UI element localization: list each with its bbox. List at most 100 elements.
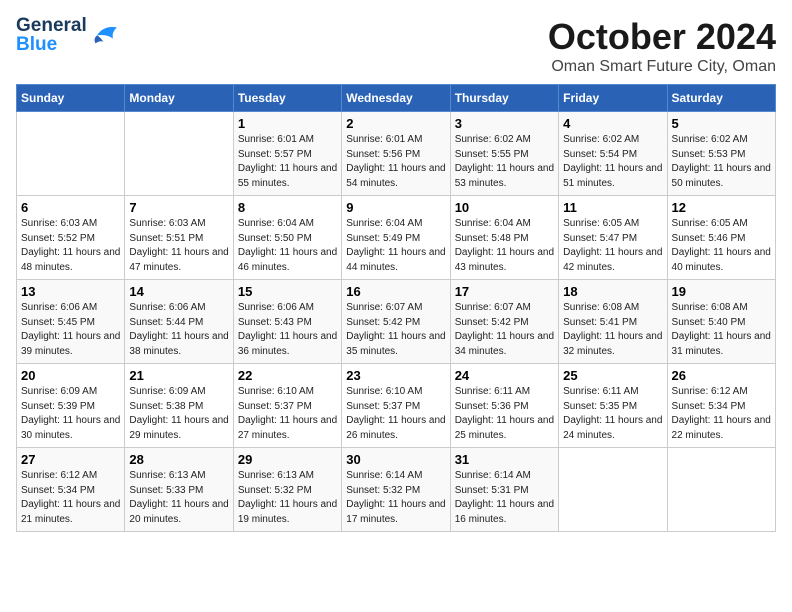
calendar-cell	[559, 448, 667, 532]
day-number: 19	[672, 284, 771, 299]
header-cell-saturday: Saturday	[667, 85, 775, 112]
day-info: Sunrise: 6:02 AM Sunset: 5:53 PM Dayligh…	[672, 133, 771, 191]
calendar-cell: 31 Sunrise: 6:14 AM Sunset: 5:31 PM Dayli…	[450, 448, 558, 532]
day-number: 16	[346, 284, 445, 299]
day-info: Sunrise: 6:02 AM Sunset: 5:54 PM Dayligh…	[563, 133, 662, 191]
day-info: Sunrise: 6:07 AM Sunset: 5:42 PM Dayligh…	[455, 301, 554, 359]
location: Oman Smart Future City, Oman	[548, 58, 776, 76]
calendar-cell: 23Sunrise: 6:10 AM Sunset: 5:37 PM Dayli…	[342, 364, 450, 448]
day-info: Sunrise: 6:05 AM Sunset: 5:46 PM Dayligh…	[672, 217, 771, 275]
logo-blue: Blue	[16, 35, 57, 54]
day-number: 18	[563, 284, 662, 299]
calendar-cell: 17 Sunrise: 6:07 AM Sunset: 5:42 PM Dayli…	[450, 280, 558, 364]
calendar-cell: 8Sunrise: 6:04 AM Sunset: 5:50 PM Daylig…	[233, 196, 341, 280]
day-info: Sunrise: 6:02 AM Sunset: 5:55 PM Dayligh…	[455, 133, 554, 191]
calendar-cell: 19Sunrise: 6:08 AM Sunset: 5:40 PM Dayli…	[667, 280, 775, 364]
day-info: Sunrise: 6:06 AM Sunset: 5:45 PM Dayligh…	[21, 301, 120, 359]
day-info: Sunrise: 6:13 AM Sunset: 5:32 PM Dayligh…	[238, 469, 337, 527]
calendar-cell: 10 Sunrise: 6:04 AM Sunset: 5:48 PM Dayli…	[450, 196, 558, 280]
calendar-cell: 5 Sunrise: 6:02 AM Sunset: 5:53 PM Daylig…	[667, 112, 775, 196]
day-info: Sunrise: 6:09 AM Sunset: 5:39 PM Dayligh…	[21, 385, 120, 443]
month-year: October 2024	[548, 16, 776, 58]
day-number: 28	[129, 452, 228, 467]
page-header: General Blue October 2024 Oman Smart Fut…	[16, 16, 776, 76]
calendar-table: SundayMondayTuesdayWednesdayThursdayFrid…	[16, 84, 776, 532]
day-info: Sunrise: 6:12 AM Sunset: 5:34 PM Dayligh…	[21, 469, 120, 527]
day-number: 10	[455, 200, 554, 215]
day-number: 29	[238, 452, 337, 467]
day-info: Sunrise: 6:07 AM Sunset: 5:42 PM Dayligh…	[346, 301, 445, 359]
calendar-cell: 20Sunrise: 6:09 AM Sunset: 5:39 PM Dayli…	[17, 364, 125, 448]
day-number: 4	[563, 116, 662, 131]
day-info: Sunrise: 6:11 AM Sunset: 5:36 PM Dayligh…	[455, 385, 554, 443]
week-row-2: 13 Sunrise: 6:06 AM Sunset: 5:45 PM Dayli…	[17, 280, 776, 364]
calendar-cell: 4 Sunrise: 6:02 AM Sunset: 5:54 PM Daylig…	[559, 112, 667, 196]
calendar-body: 1 Sunrise: 6:01 AM Sunset: 5:57 PM Daylig…	[17, 112, 776, 532]
calendar-cell: 2Sunrise: 6:01 AM Sunset: 5:56 PM Daylig…	[342, 112, 450, 196]
day-number: 13	[21, 284, 120, 299]
day-number: 5	[672, 116, 771, 131]
day-number: 30	[346, 452, 445, 467]
calendar-cell: 25Sunrise: 6:11 AM Sunset: 5:35 PM Dayli…	[559, 364, 667, 448]
day-number: 31	[455, 452, 554, 467]
day-info: Sunrise: 6:01 AM Sunset: 5:56 PM Dayligh…	[346, 133, 445, 191]
day-number: 15	[238, 284, 337, 299]
day-info: Sunrise: 6:14 AM Sunset: 5:31 PM Dayligh…	[455, 469, 554, 527]
week-row-3: 20Sunrise: 6:09 AM Sunset: 5:39 PM Dayli…	[17, 364, 776, 448]
day-number: 27	[21, 452, 120, 467]
calendar-cell: 3 Sunrise: 6:02 AM Sunset: 5:55 PM Daylig…	[450, 112, 558, 196]
day-info: Sunrise: 6:05 AM Sunset: 5:47 PM Dayligh…	[563, 217, 662, 275]
header-cell-sunday: Sunday	[17, 85, 125, 112]
day-info: Sunrise: 6:13 AM Sunset: 5:33 PM Dayligh…	[129, 469, 228, 527]
day-info: Sunrise: 6:11 AM Sunset: 5:35 PM Dayligh…	[563, 385, 662, 443]
calendar-cell: 12 Sunrise: 6:05 AM Sunset: 5:46 PM Dayli…	[667, 196, 775, 280]
calendar-cell: 27 Sunrise: 6:12 AM Sunset: 5:34 PM Dayli…	[17, 448, 125, 532]
day-info: Sunrise: 6:12 AM Sunset: 5:34 PM Dayligh…	[672, 385, 771, 443]
calendar-cell: 9Sunrise: 6:04 AM Sunset: 5:49 PM Daylig…	[342, 196, 450, 280]
day-number: 8	[238, 200, 337, 215]
header-row: SundayMondayTuesdayWednesdayThursdayFrid…	[17, 85, 776, 112]
logo: General Blue	[16, 16, 121, 54]
day-info: Sunrise: 6:06 AM Sunset: 5:44 PM Dayligh…	[129, 301, 228, 359]
day-info: Sunrise: 6:03 AM Sunset: 5:51 PM Dayligh…	[129, 217, 228, 275]
header-cell-thursday: Thursday	[450, 85, 558, 112]
calendar-header: SundayMondayTuesdayWednesdayThursdayFrid…	[17, 85, 776, 112]
header-cell-friday: Friday	[559, 85, 667, 112]
calendar-cell: 18Sunrise: 6:08 AM Sunset: 5:41 PM Dayli…	[559, 280, 667, 364]
day-number: 12	[672, 200, 771, 215]
day-number: 21	[129, 368, 228, 383]
day-number: 6	[21, 200, 120, 215]
day-info: Sunrise: 6:03 AM Sunset: 5:52 PM Dayligh…	[21, 217, 120, 275]
day-number: 22	[238, 368, 337, 383]
calendar-cell: 11 Sunrise: 6:05 AM Sunset: 5:47 PM Dayli…	[559, 196, 667, 280]
calendar-cell	[17, 112, 125, 196]
day-info: Sunrise: 6:04 AM Sunset: 5:48 PM Dayligh…	[455, 217, 554, 275]
day-info: Sunrise: 6:10 AM Sunset: 5:37 PM Dayligh…	[238, 385, 337, 443]
calendar-cell: 1 Sunrise: 6:01 AM Sunset: 5:57 PM Daylig…	[233, 112, 341, 196]
day-info: Sunrise: 6:01 AM Sunset: 5:57 PM Dayligh…	[238, 133, 337, 191]
day-number: 24	[455, 368, 554, 383]
logo-general: General	[16, 16, 87, 35]
calendar-cell: 13 Sunrise: 6:06 AM Sunset: 5:45 PM Dayli…	[17, 280, 125, 364]
calendar-cell	[667, 448, 775, 532]
calendar-cell: 26 Sunrise: 6:12 AM Sunset: 5:34 PM Dayli…	[667, 364, 775, 448]
header-cell-wednesday: Wednesday	[342, 85, 450, 112]
calendar-cell: 22 Sunrise: 6:10 AM Sunset: 5:37 PM Dayli…	[233, 364, 341, 448]
day-number: 11	[563, 200, 662, 215]
calendar-cell: 14Sunrise: 6:06 AM Sunset: 5:44 PM Dayli…	[125, 280, 233, 364]
day-info: Sunrise: 6:04 AM Sunset: 5:49 PM Dayligh…	[346, 217, 445, 275]
day-info: Sunrise: 6:09 AM Sunset: 5:38 PM Dayligh…	[129, 385, 228, 443]
calendar-cell: 16 Sunrise: 6:07 AM Sunset: 5:42 PM Dayli…	[342, 280, 450, 364]
day-info: Sunrise: 6:10 AM Sunset: 5:37 PM Dayligh…	[346, 385, 445, 443]
calendar-cell: 30Sunrise: 6:14 AM Sunset: 5:32 PM Dayli…	[342, 448, 450, 532]
day-number: 3	[455, 116, 554, 131]
calendar-cell: 21 Sunrise: 6:09 AM Sunset: 5:38 PM Dayli…	[125, 364, 233, 448]
day-number: 26	[672, 368, 771, 383]
day-number: 17	[455, 284, 554, 299]
day-number: 1	[238, 116, 337, 131]
day-info: Sunrise: 6:06 AM Sunset: 5:43 PM Dayligh…	[238, 301, 337, 359]
week-row-1: 6 Sunrise: 6:03 AM Sunset: 5:52 PM Daylig…	[17, 196, 776, 280]
calendar-cell: 7 Sunrise: 6:03 AM Sunset: 5:51 PM Daylig…	[125, 196, 233, 280]
header-cell-monday: Monday	[125, 85, 233, 112]
day-number: 7	[129, 200, 228, 215]
